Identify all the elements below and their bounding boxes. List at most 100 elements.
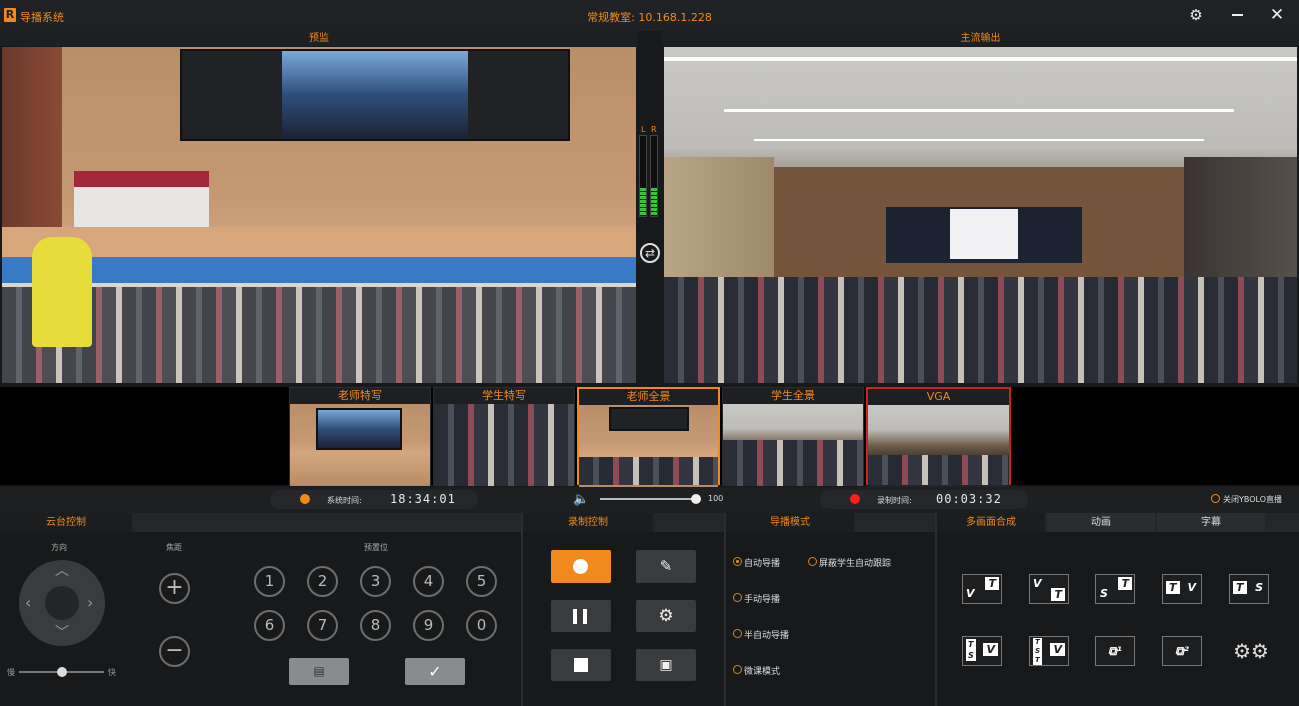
clock-icon [300, 494, 310, 504]
thumb-student-closeup[interactable]: 学生特写 [433, 387, 575, 486]
swap-icon[interactable]: ⇄ [640, 243, 660, 263]
ceiling-light [754, 139, 1204, 141]
classroom-title: 常规教室: 10.168.1.228 [587, 11, 712, 24]
layout-t-s-icon[interactable]: TS [1229, 574, 1269, 604]
tab-ptz[interactable]: 云台控制 [0, 513, 132, 532]
mode-radio-semi-auto[interactable] [733, 629, 742, 638]
video-file-icon[interactable]: ▣ [636, 649, 696, 681]
puzzle-1-icon[interactable]: ⧉¹ [1095, 636, 1135, 666]
mode-label: 自动导播 [744, 559, 781, 569]
output-video[interactable] [664, 47, 1297, 383]
direction-up-icon[interactable]: ︿ [55, 560, 69, 580]
hall-display [886, 207, 1082, 263]
divider [935, 513, 937, 706]
preset-button[interactable]: 7 [307, 610, 338, 641]
classroom-display [180, 49, 570, 141]
preset-button[interactable]: 6 [254, 610, 285, 641]
tab-subtitle[interactable]: 字幕 [1157, 513, 1265, 532]
layout-settings-gear-icon[interactable]: ⚙⚙ [1229, 636, 1273, 666]
minimize-icon[interactable] [1226, 5, 1248, 25]
volume-value: 100 [708, 494, 724, 503]
thumb-image [290, 404, 430, 486]
thumb-image [723, 404, 863, 486]
direction-label: 方向 [51, 543, 67, 552]
layout-ts-v-icon[interactable]: TSV [962, 636, 1002, 666]
layout-tst-v-icon[interactable]: TSTV [1029, 636, 1069, 666]
preset-button[interactable]: 2 [307, 566, 338, 597]
audio-meter: L R [637, 125, 661, 220]
ceiling-light [724, 109, 1234, 112]
audio-bar-right [650, 135, 658, 217]
tab-animation[interactable]: 动画 [1047, 513, 1155, 532]
thumb-vga[interactable]: VGA [866, 387, 1011, 487]
thumb-student-panorama[interactable]: 学生全景 [722, 387, 864, 486]
layout-v-t-icon[interactable]: VT [962, 574, 1002, 604]
audio-fill-left [640, 188, 646, 216]
record-time-value: 00:03:32 [936, 492, 1002, 506]
pause-icon [583, 609, 587, 624]
thumb-label: 学生特写 [434, 388, 574, 404]
system-time-label: 系统时间: [327, 496, 362, 505]
zoom-out-icon[interactable]: − [159, 636, 190, 667]
audio-right-label: R [651, 125, 657, 134]
block-tracking-label: 屏蔽学生自动跟踪 [819, 559, 892, 569]
preset-label: 预置位 [364, 543, 388, 552]
tab-record[interactable]: 录制控制 [523, 513, 653, 532]
audio-bar-left [639, 135, 647, 217]
volume-slider[interactable] [600, 494, 701, 504]
mode-label: 微课模式 [744, 667, 781, 677]
direction-pad[interactable]: ︿ ﹀ ‹ › [19, 560, 105, 646]
record-settings-gear-icon[interactable]: ⚙ [636, 600, 696, 632]
audio-fill-right [651, 188, 657, 216]
thumb-image [868, 405, 1009, 487]
tab-compose[interactable]: 多画面合成 [937, 513, 1045, 532]
audience [664, 277, 1297, 383]
preview-video[interactable] [2, 47, 636, 383]
volume-fill [600, 498, 698, 500]
puzzle-2-icon[interactable]: ⧉² [1162, 636, 1202, 666]
thumb-teacher-closeup[interactable]: 老师特写 [289, 387, 431, 486]
layout-s-t-icon[interactable]: ST [1095, 574, 1135, 604]
mode-radio-micro-course[interactable] [733, 665, 742, 674]
status-bar [0, 487, 1299, 513]
volume-knob[interactable] [691, 494, 701, 504]
speed-slider[interactable] [19, 667, 104, 677]
divider [521, 513, 523, 706]
output-header: 主流输出 [662, 31, 1299, 46]
thumb-label: VGA [868, 389, 1009, 405]
preset-button[interactable]: 4 [413, 566, 444, 597]
direction-center[interactable] [45, 586, 79, 620]
direction-left-icon[interactable]: ‹ [25, 593, 31, 612]
confirm-check-icon[interactable]: ✓ [405, 658, 465, 685]
stop-button[interactable] [551, 649, 611, 681]
thumb-teacher-panorama[interactable]: 老师全景 [577, 387, 720, 487]
layout-t-v-split-icon[interactable]: TV [1162, 574, 1202, 604]
block-tracking-radio[interactable] [808, 557, 817, 566]
close-icon[interactable]: ✕ [1266, 5, 1288, 25]
settings-gear-icon[interactable]: ⚙ [1185, 5, 1207, 25]
speaker-icon[interactable]: 🔈 [573, 492, 589, 507]
thumb-image [434, 404, 574, 486]
tab-director[interactable]: 导播模式 [726, 513, 854, 532]
preset-button[interactable]: 1 [254, 566, 285, 597]
pause-button[interactable] [551, 600, 611, 632]
speed-knob[interactable] [57, 667, 67, 677]
mode-radio-manual[interactable] [733, 593, 742, 602]
ybolo-checkbox[interactable] [1211, 494, 1220, 503]
preset-button[interactable]: 3 [360, 566, 391, 597]
preset-button[interactable]: 9 [413, 610, 444, 641]
direction-right-icon[interactable]: › [87, 593, 93, 612]
mode-radio-auto[interactable] [733, 557, 742, 566]
preset-button[interactable]: 8 [360, 610, 391, 641]
layout-t-v-icon[interactable]: VT [1029, 574, 1069, 604]
record-button[interactable] [551, 550, 611, 583]
thumb-image [579, 405, 718, 487]
preset-button[interactable]: 5 [466, 566, 497, 597]
zoom-in-icon[interactable]: + [159, 573, 190, 604]
ceiling-light [664, 57, 1297, 61]
save-preset-icon[interactable]: ▤ [289, 658, 349, 685]
preset-button[interactable]: 0 [466, 610, 497, 641]
direction-down-icon[interactable]: ﹀ [55, 622, 69, 642]
system-time-value: 18:34:01 [390, 492, 456, 506]
edit-icon[interactable]: ✎ [636, 550, 696, 583]
